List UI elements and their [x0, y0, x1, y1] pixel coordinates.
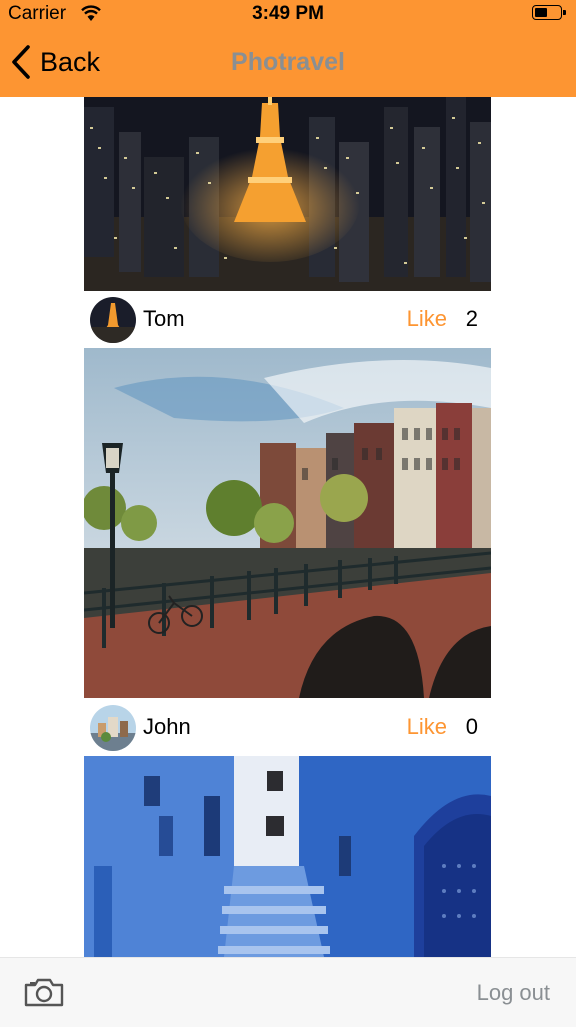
logout-button[interactable]: Log out — [477, 980, 550, 1006]
avatar[interactable] — [90, 297, 136, 343]
navigation-bar: Back Photravel — [0, 28, 576, 97]
city-night-photo — [84, 97, 491, 291]
post-photo[interactable] — [84, 348, 491, 698]
post-photo[interactable] — [84, 97, 491, 291]
avatar[interactable] — [90, 705, 136, 751]
bottom-toolbar: Log out — [0, 957, 576, 1027]
clock: 3:49 PM — [252, 3, 324, 24]
username[interactable]: Tom — [143, 306, 185, 332]
post-info-row: Tom Like 2 — [84, 291, 491, 349]
camera-icon[interactable] — [24, 977, 64, 1007]
photo-feed[interactable]: Tom Like 2 John Like 0 — [0, 97, 576, 957]
blue-street-photo — [84, 756, 491, 957]
username[interactable]: John — [143, 714, 191, 740]
like-button[interactable]: Like — [407, 306, 447, 332]
like-count: 0 — [465, 714, 478, 739]
page-title: Photravel — [231, 48, 345, 76]
battery-icon — [532, 5, 566, 20]
canal-bridge-photo — [84, 348, 491, 698]
post-photo[interactable] — [84, 756, 491, 957]
like-count: 2 — [465, 306, 478, 331]
status-bar: Carrier 3:49 PM — [0, 0, 576, 28]
post-info-row: John Like 0 — [84, 699, 491, 757]
like-button[interactable]: Like — [407, 714, 447, 740]
